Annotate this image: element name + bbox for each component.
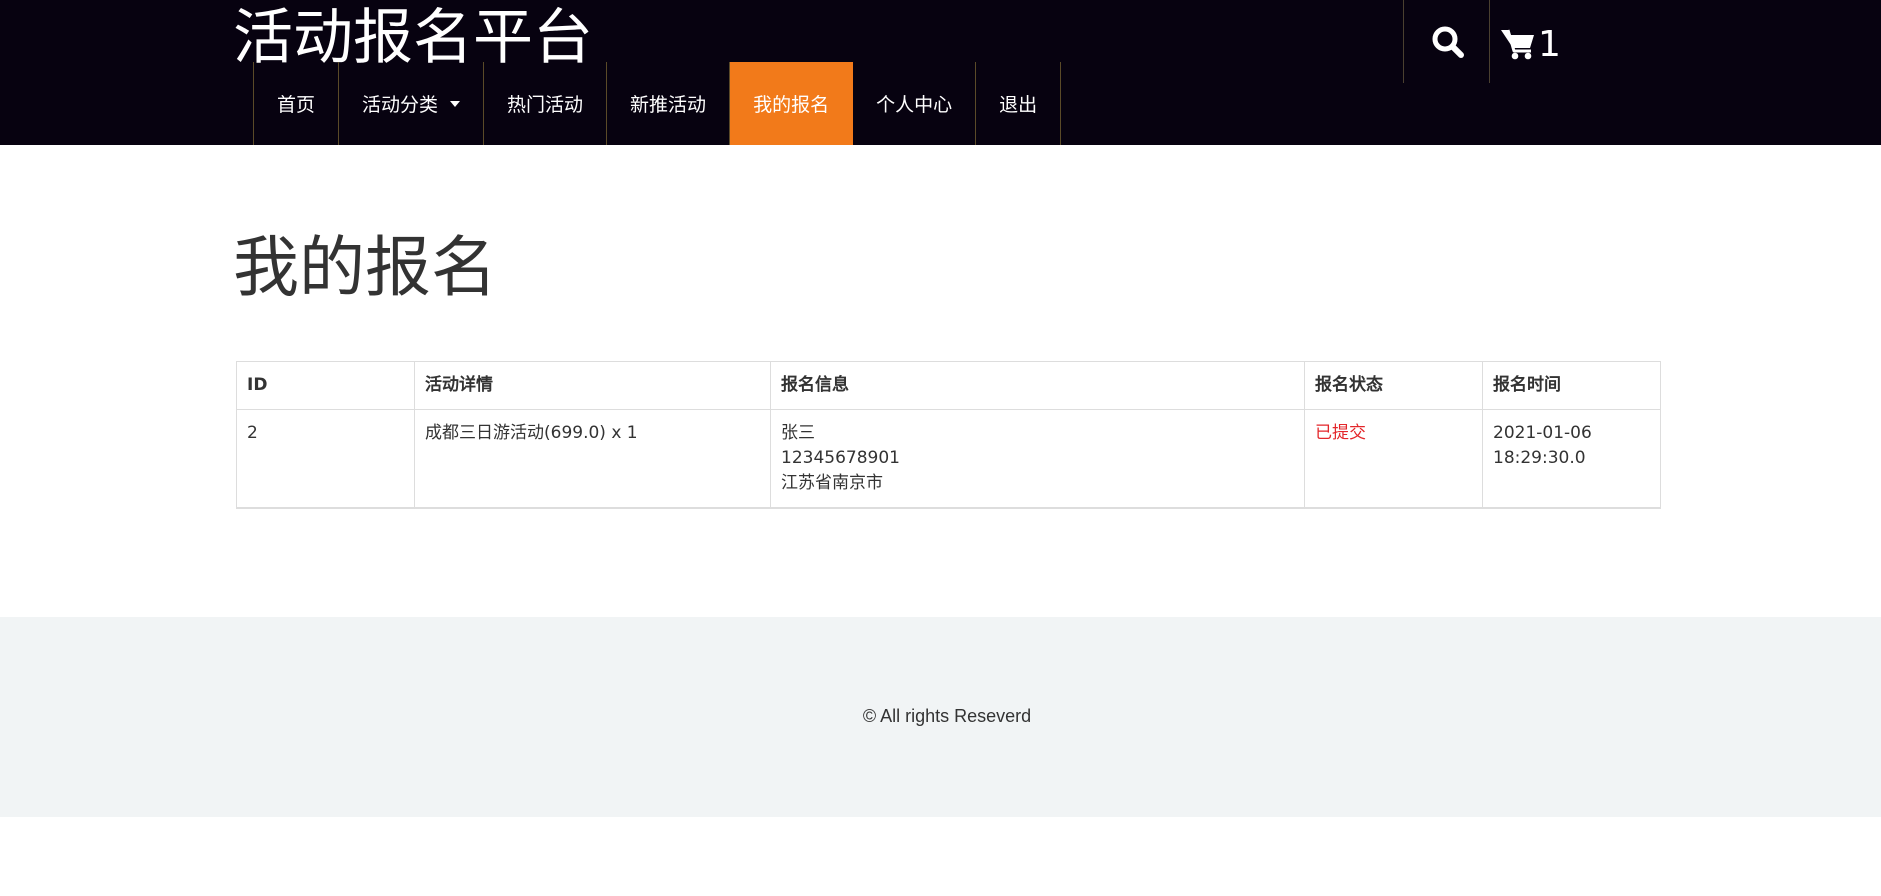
table-header-row: ID 活动详情 报名信息 报名状态 报名时间 (236, 361, 1661, 410)
cell-time: 2021-01-06 18:29:30.0 (1482, 409, 1661, 509)
registrant-name: 张三 (781, 423, 815, 443)
cell-activity-detail: 成都三日游活动(699.0) x 1 (414, 409, 771, 509)
nav-item-profile[interactable]: 个人中心 (853, 62, 977, 145)
registrations-table: ID 活动详情 报名信息 报名状态 报名时间 2 成都三日游活动(699.0) … (236, 361, 1661, 509)
nav-item-label: 新推活动 (630, 94, 707, 116)
header-divider (1403, 0, 1404, 83)
nav-item-my-registrations[interactable]: 我的报名 (730, 62, 854, 145)
main-nav: 首页 活动分类 热门活动 新推活动 我的报名 个人中心 退出 (253, 62, 1062, 145)
nav-item-label: 活动分类 (362, 94, 439, 116)
copyright-text: © All rights Reseverd (862, 706, 1032, 726)
cell-registration-info: 张三 12345678901 江苏省南京市 (770, 409, 1305, 509)
time-date: 2021-01-06 (1493, 423, 1592, 443)
nav-item-hot-activities[interactable]: 热门活动 (484, 62, 608, 145)
nav-item-home[interactable]: 首页 (254, 62, 340, 145)
cell-id: 2 (236, 409, 415, 509)
cart-count-badge: 1 (1538, 23, 1561, 65)
nav-item-label: 首页 (277, 94, 316, 116)
site-header: 活动报名平台 首页 活动分类 热门活动 新推活动 我的报名 个人中心 退出 1 (0, 0, 1881, 145)
search-icon (1432, 26, 1464, 58)
site-footer: © All rights Reseverd (0, 617, 1881, 817)
nav-item-label: 退出 (999, 94, 1038, 116)
column-header-id: ID (236, 361, 415, 410)
page-title: 我的报名 (233, 229, 497, 306)
nav-item-categories[interactable]: 活动分类 (339, 62, 485, 145)
cell-status: 已提交 (1304, 409, 1483, 509)
column-header-detail: 活动详情 (414, 361, 771, 410)
nav-item-logout[interactable]: 退出 (976, 62, 1062, 145)
cart-button[interactable]: 1 (1500, 14, 1561, 74)
registrant-address: 江苏省南京市 (781, 473, 883, 493)
search-button[interactable] (1408, 0, 1488, 83)
column-header-status: 报名状态 (1304, 361, 1483, 410)
time-clock: 18:29:30.0 (1493, 448, 1586, 468)
nav-item-label: 个人中心 (876, 94, 953, 116)
nav-item-new-activities[interactable]: 新推活动 (607, 62, 731, 145)
caret-down-icon (450, 100, 461, 107)
column-header-info: 报名信息 (770, 361, 1305, 410)
nav-item-label: 我的报名 (753, 94, 830, 116)
cart-icon (1501, 29, 1534, 60)
column-header-time: 报名时间 (1482, 361, 1661, 410)
nav-item-label: 热门活动 (507, 94, 584, 116)
registrant-phone: 12345678901 (781, 448, 900, 468)
header-divider (1489, 0, 1490, 83)
table-row: 2 成都三日游活动(699.0) x 1 张三 12345678901 江苏省南… (236, 409, 1661, 509)
